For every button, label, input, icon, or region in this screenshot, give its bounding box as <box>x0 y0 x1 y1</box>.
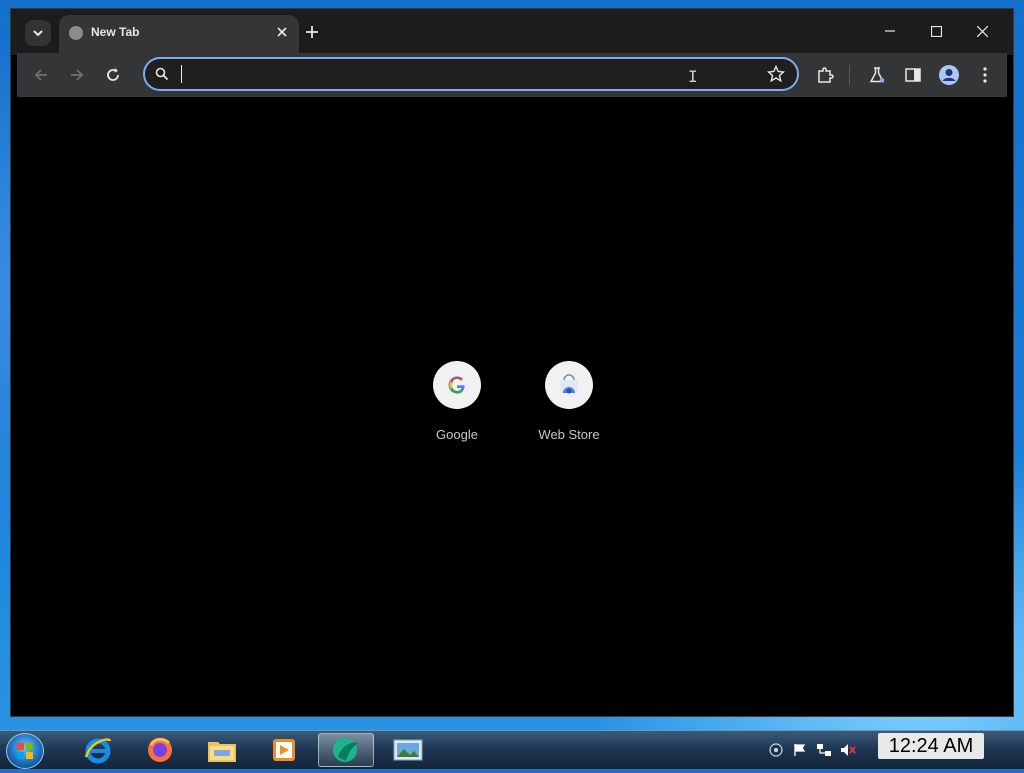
network-icon <box>817 744 831 756</box>
arrow-right-icon <box>71 69 84 81</box>
address-input[interactable] <box>179 64 743 86</box>
shortcut-tile[interactable] <box>545 361 593 409</box>
google-icon <box>448 376 465 394</box>
app-icon <box>333 738 358 762</box>
avatar-icon <box>939 65 959 85</box>
taskbar-media-player[interactable] <box>256 733 312 767</box>
maximize-button[interactable] <box>921 19 951 43</box>
circle-arrow-icon <box>769 743 783 757</box>
more-vertical-icon <box>983 67 987 83</box>
side-panel-icon <box>905 68 921 82</box>
back-button[interactable] <box>29 63 53 87</box>
image-viewer-icon <box>393 739 423 761</box>
maximize-icon <box>930 25 942 37</box>
extensions-button[interactable] <box>813 63 837 87</box>
shortcut-label: Web Store <box>538 427 600 442</box>
volume-muted-icon[interactable] <box>840 742 856 758</box>
taskbar-image-viewer[interactable] <box>380 733 436 767</box>
flag-icon <box>794 744 806 756</box>
start-button[interactable] <box>6 733 44 769</box>
taskbar-internet-explorer[interactable] <box>70 733 126 767</box>
file-explorer-icon <box>208 742 236 762</box>
profile-button[interactable] <box>937 63 961 87</box>
tab-search-button[interactable] <box>25 20 51 46</box>
taskbar-clock[interactable]: 12:24 AM <box>878 733 984 759</box>
arrow-left-icon <box>34 69 47 81</box>
taskbar-file-explorer[interactable] <box>194 733 250 767</box>
bookmark-star-icon[interactable] <box>767 65 785 83</box>
plus-icon <box>306 26 318 38</box>
shortcut-tile[interactable] <box>433 361 481 409</box>
chevron-down-icon <box>33 30 43 37</box>
web-store-icon <box>560 374 578 394</box>
tray-expand-icon[interactable] <box>768 742 784 758</box>
taskbar-firefox[interactable] <box>132 733 188 767</box>
puzzle-icon <box>818 67 834 83</box>
shortcut-label: Google <box>436 427 478 442</box>
browser-window: New Tab I Google Web Store <box>10 8 1014 717</box>
close-icon <box>277 27 287 37</box>
internet-explorer-icon <box>84 738 112 764</box>
shortcut-web-store[interactable]: Web Store <box>519 361 619 442</box>
menu-button[interactable] <box>973 63 997 87</box>
globe-icon <box>69 26 83 40</box>
close-icon <box>976 25 988 37</box>
browser-toolbar: I <box>17 53 1007 97</box>
minimize-icon <box>885 30 895 32</box>
taskbar-active-app[interactable] <box>318 733 374 767</box>
flask-icon <box>869 67 885 83</box>
close-window-button[interactable] <box>967 19 997 43</box>
close-tab-button[interactable] <box>273 23 291 41</box>
media-player-icon <box>273 739 295 761</box>
new-tab-button[interactable] <box>301 21 323 43</box>
action-center-icon[interactable] <box>792 742 808 758</box>
tab-title: New Tab <box>91 25 140 39</box>
address-bar[interactable]: I <box>143 57 799 91</box>
text-cursor-icon: I <box>688 67 698 86</box>
search-icon <box>155 67 169 81</box>
network-icon[interactable] <box>816 742 832 758</box>
reload-icon <box>107 68 119 81</box>
side-panel-button[interactable] <box>901 63 925 87</box>
text-caret <box>181 65 182 83</box>
speaker-muted-icon <box>841 744 856 756</box>
reload-button[interactable] <box>101 63 125 87</box>
toolbar-separator <box>849 65 850 85</box>
forward-button[interactable] <box>65 63 89 87</box>
labs-button[interactable] <box>865 63 889 87</box>
shortcut-google[interactable]: Google <box>407 361 507 442</box>
minimize-button[interactable] <box>875 19 905 43</box>
firefox-icon <box>148 737 172 762</box>
new-tab-page: Google Web Store <box>11 97 1013 716</box>
tab-strip: New Tab <box>11 9 1013 55</box>
windows-logo-icon <box>17 743 33 759</box>
tab-new-tab[interactable]: New Tab <box>59 15 299 55</box>
taskbar: 12:24 AM <box>0 730 1024 769</box>
